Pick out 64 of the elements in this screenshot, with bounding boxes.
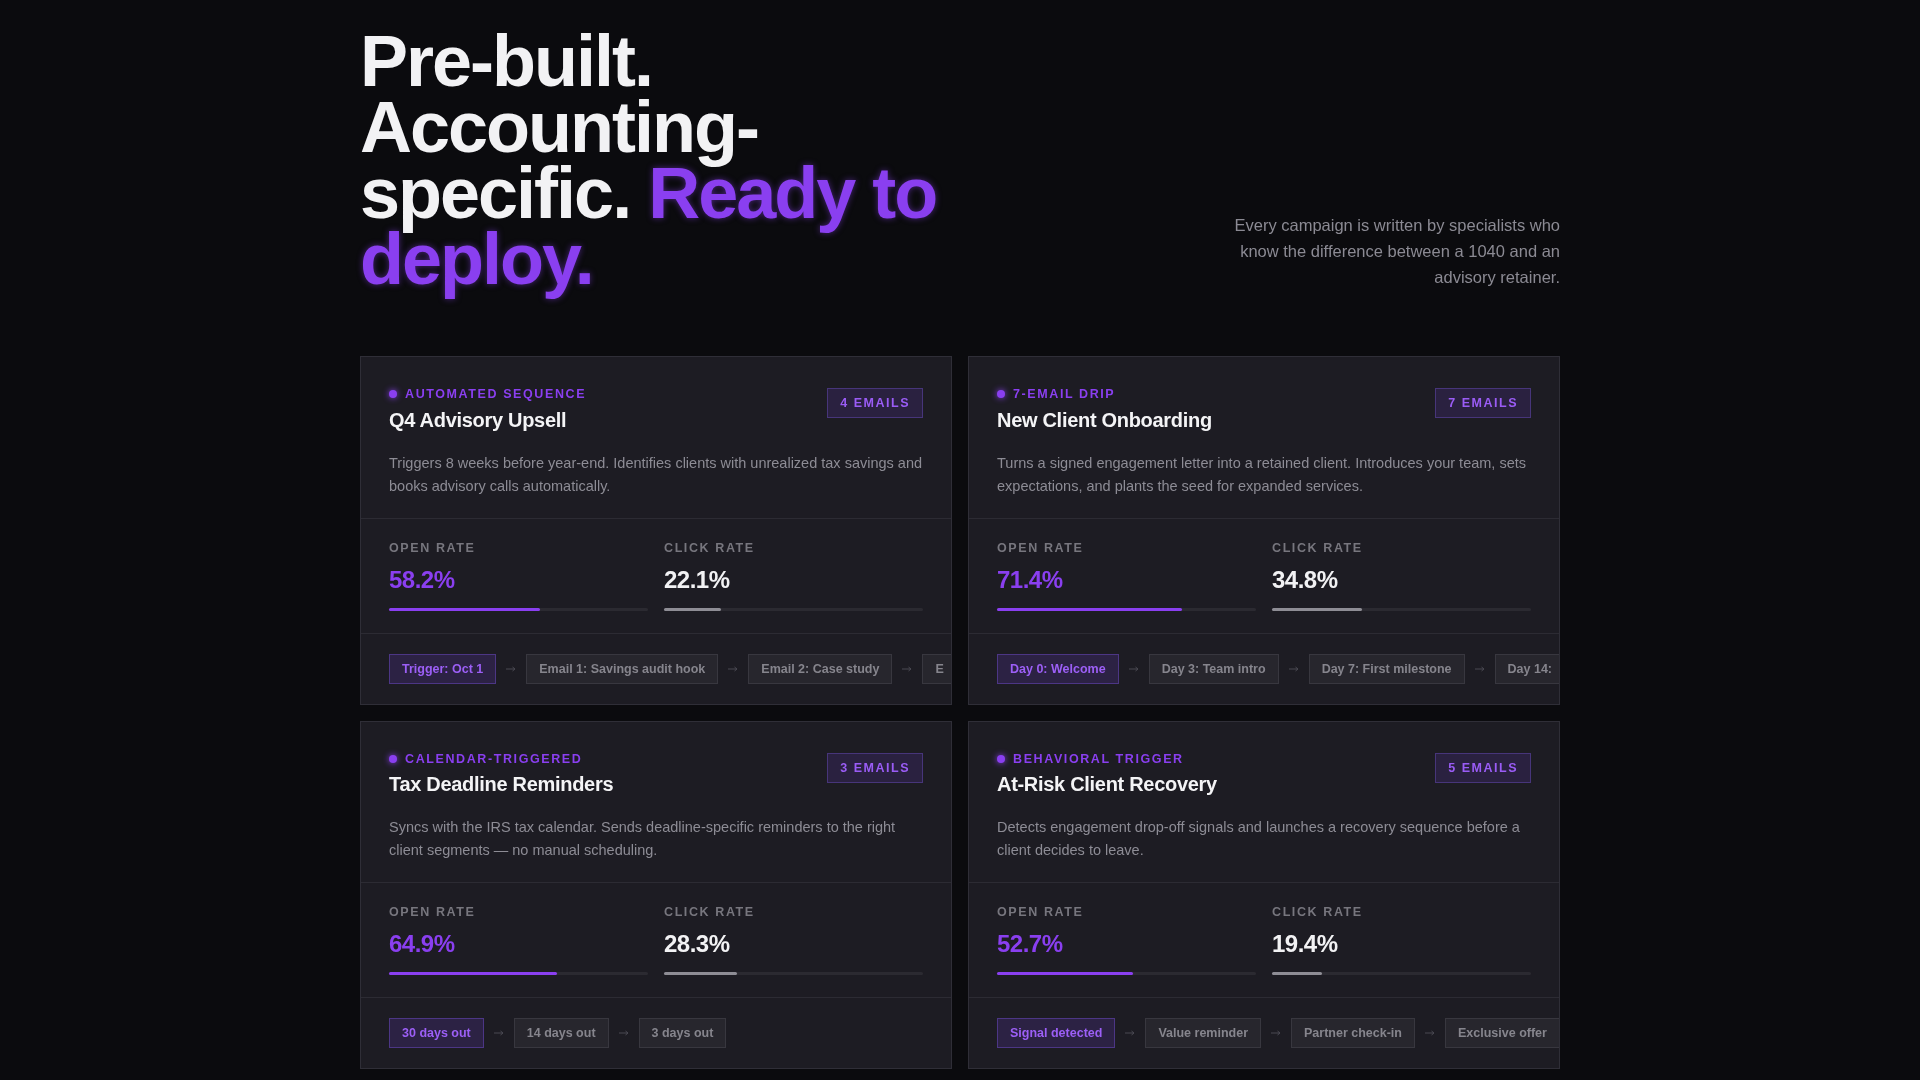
campaign-description: Triggers 8 weeks before year-end. Identifies clients with unrealized tax savings and books advisory calls automatically. — [389, 453, 923, 496]
sequence-step: Day 3: Team intro — [1148, 653, 1279, 684]
metric-label: CLICK RATE — [664, 539, 756, 557]
metric-value: 22.1% — [664, 564, 731, 595]
sequence-step: Email 2: Case study — [748, 653, 893, 684]
email-count: 3 EMAILS — [827, 752, 923, 783]
sequence-step: 14 days out — [513, 1018, 609, 1048]
arrow-icon — [1425, 1030, 1435, 1036]
arrow-icon — [618, 1030, 629, 1036]
metric-label: OPEN RATE — [997, 904, 1085, 922]
status-dot — [997, 390, 1005, 399]
metric-value: 52.7% — [997, 929, 1064, 959]
metric-value: 34.8% — [1272, 564, 1339, 595]
campaign-title: At-Risk Client Recovery — [997, 772, 1217, 797]
hero-subtitle: Every campaign is written by specialists who know the difference between a 1040 and an advisory retainer. — [1233, 215, 1560, 288]
sequence-step: Email 1: Savings audit hook — [526, 653, 719, 684]
sequence-step: Day 14: — [1494, 653, 1559, 684]
email-count: 4 EMAILS — [827, 388, 923, 418]
sequence-step: Signal detected — [997, 1018, 1116, 1048]
arrow-icon — [1125, 1030, 1136, 1036]
campaign-title: New Client Onboarding — [997, 407, 1212, 432]
metric-value: 64.9% — [389, 929, 456, 959]
sequence-step: Partner check-in — [1291, 1018, 1415, 1048]
campaign-type: BEHAVIORAL TRIGGER — [1013, 750, 1184, 768]
campaign-type: CALENDAR-TRIGGERED — [405, 750, 583, 768]
metric-value: 19.4% — [1272, 929, 1339, 959]
arrow-icon — [728, 665, 739, 672]
sequence-step: Day 0: Welcome — [997, 653, 1119, 684]
arrow-icon — [902, 665, 913, 672]
sequence-step: Day 7: First milestone — [1308, 653, 1465, 684]
arrow-icon — [506, 665, 517, 672]
metric-value: 28.3% — [664, 929, 731, 959]
arrow-icon — [493, 1030, 504, 1036]
campaign-title: Q4 Advisory Upsell — [389, 407, 568, 432]
metric-label: OPEN RATE — [997, 539, 1085, 557]
arrow-icon — [1288, 665, 1299, 672]
campaign-type: 7-EMAIL DRIP — [1013, 386, 1116, 403]
arrow-icon — [1474, 665, 1485, 672]
sequence-step: 30 days out — [389, 1018, 484, 1048]
campaign-type: AUTOMATED SEQUENCE — [405, 386, 587, 403]
status-dot — [389, 754, 397, 763]
email-count: 7 EMAILS — [1435, 388, 1531, 418]
metric-label: CLICK RATE — [1272, 539, 1364, 557]
sequence-step: E — [922, 653, 951, 684]
metric-label: CLICK RATE — [664, 904, 756, 922]
campaign-title: Tax Deadline Reminders — [389, 772, 614, 797]
sequence-step: Value reminder — [1145, 1018, 1261, 1048]
campaign-description: Detects engagement drop-off signals and launches a recovery sequence before a client decides to leave. — [997, 818, 1521, 861]
sequence-step: Trigger: Oct 1 — [389, 653, 497, 684]
sequence-step: 3 days out — [638, 1018, 727, 1048]
status-dot — [997, 754, 1005, 763]
metric-value: 71.4% — [997, 564, 1064, 595]
arrow-icon — [1271, 1030, 1281, 1036]
metric-label: OPEN RATE — [389, 904, 477, 922]
status-dot — [389, 390, 397, 399]
metric-value: 58.2% — [389, 564, 456, 595]
metric-label: CLICK RATE — [1272, 904, 1364, 922]
metric-label: OPEN RATE — [389, 539, 477, 557]
hero-heading: Pre-built. Accounting- specific. Ready to deploy. — [360, 20, 938, 301]
campaign-description: Turns a signed engagement letter into a retained client. Introduces your team, sets expectations, and plants the seed for expanded services. — [997, 453, 1527, 496]
arrow-icon — [1128, 665, 1139, 672]
email-count: 5 EMAILS — [1435, 752, 1531, 783]
sequence-step: Exclusive offer — [1445, 1018, 1559, 1048]
campaign-description: Syncs with the IRS tax calendar. Sends deadline-specific reminders to the right client segments — no manual scheduling. — [389, 818, 897, 861]
